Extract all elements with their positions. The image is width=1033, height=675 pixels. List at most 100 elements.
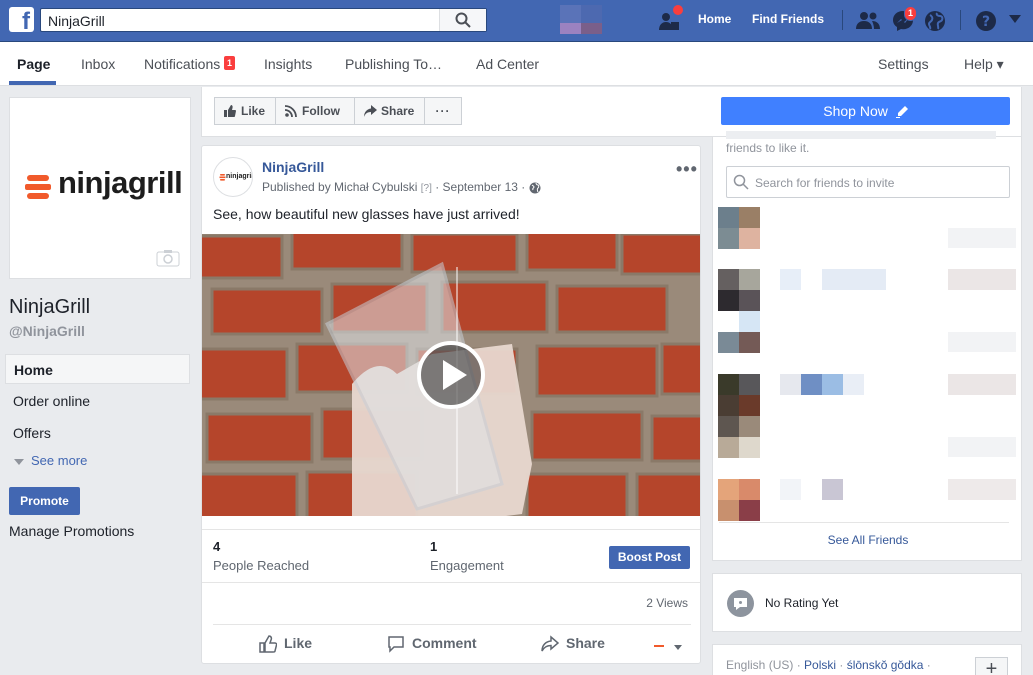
- avatar-wordmark: ninjagrill: [226, 173, 253, 180]
- more-languages-button[interactable]: +: [975, 657, 1008, 675]
- published-by-text[interactable]: Published by Michał Cybulski: [262, 180, 417, 194]
- share-arrow-icon: [541, 635, 559, 652]
- friend-row[interactable]: [718, 207, 1018, 249]
- people-reached-count: 4: [213, 539, 221, 554]
- nav-find-friends-link[interactable]: Find Friends: [752, 12, 824, 26]
- divider: [213, 624, 691, 625]
- tab-settings[interactable]: Settings: [878, 56, 929, 72]
- like-page-button[interactable]: Like: [214, 97, 276, 125]
- notifications-count-badge: 1: [224, 56, 236, 70]
- post-options-menu[interactable]: •••: [676, 159, 698, 180]
- engagement-label[interactable]: Engagement: [430, 558, 504, 573]
- views-count[interactable]: 2 Views: [646, 596, 688, 610]
- profile-picture[interactable]: ninjagrill: [9, 97, 191, 279]
- page-action-bar: Like Follow Share ··· Shop Now: [201, 87, 1022, 137]
- comment-icon: [388, 636, 404, 654]
- share-page-label: Share: [381, 104, 415, 118]
- shop-now-label: Shop Now: [823, 103, 888, 119]
- promote-button[interactable]: Promote: [9, 487, 80, 515]
- help-marker[interactable]: [?]: [421, 183, 432, 194]
- post-share-label: Share: [566, 635, 605, 651]
- nav-home-link[interactable]: Home: [698, 12, 731, 26]
- post-card: ninjagrill NinjaGrill Published by Micha…: [201, 145, 701, 664]
- language-card: English (US) · Polski · ślōnskŏ gŏdka · …: [712, 644, 1022, 675]
- svg-text:?: ?: [982, 14, 990, 30]
- post-share-button[interactable]: Share: [541, 635, 605, 653]
- post-as-selector[interactable]: [654, 642, 684, 654]
- profile-avatar[interactable]: [560, 5, 602, 35]
- sidebar-item-offers[interactable]: Offers: [5, 418, 190, 448]
- boost-post-button[interactable]: Boost Post: [609, 546, 690, 569]
- divider: [202, 529, 700, 530]
- friend-row[interactable]: [718, 374, 1018, 458]
- tab-notifications[interactable]: Notifications: [144, 56, 220, 72]
- search-icon: [455, 12, 471, 28]
- more-options-button[interactable]: ···: [424, 97, 462, 125]
- sidebar-item-order-online[interactable]: Order online: [5, 386, 190, 416]
- play-icon[interactable]: [416, 340, 486, 410]
- account-menu-chevron-icon[interactable]: [1008, 14, 1022, 24]
- more-options-label: ···: [435, 104, 451, 118]
- page-title[interactable]: NinjaGrill: [9, 296, 90, 319]
- top-bar: f NinjaGrill Home Find Friends 1 ?: [0, 0, 1033, 42]
- like-page-label: Like: [241, 104, 266, 118]
- language-link-polski[interactable]: Polski: [804, 658, 836, 672]
- post-date[interactable]: September 13: [443, 180, 518, 194]
- friend-row[interactable]: [718, 269, 1018, 311]
- search-input-value: NinjaGrill: [48, 13, 105, 29]
- see-all-friends-link[interactable]: See All Friends: [713, 533, 1023, 547]
- tab-help[interactable]: Help ▾: [964, 56, 1004, 73]
- shop-now-button[interactable]: Shop Now: [721, 97, 1010, 125]
- invite-prompt-text: friends to like it.: [726, 141, 810, 155]
- sidebar-item-home[interactable]: Home: [5, 354, 190, 384]
- manage-promotions-link[interactable]: Manage Promotions: [9, 523, 134, 539]
- tab-insights[interactable]: Insights: [264, 56, 312, 72]
- tab-publishing-tools[interactable]: Publishing To…: [345, 56, 442, 72]
- topbar-divider: [842, 10, 843, 30]
- facebook-logo-icon[interactable]: f: [9, 7, 34, 32]
- messenger-badge: 1: [904, 6, 918, 21]
- post-comment-label: Comment: [412, 635, 477, 651]
- engagement-count: 1: [430, 539, 438, 554]
- globe-public-icon: [529, 182, 541, 194]
- notifications-globe-icon[interactable]: [923, 9, 947, 33]
- friend-row[interactable]: [718, 311, 1018, 353]
- post-like-label: Like: [284, 635, 313, 651]
- tab-ad-center[interactable]: Ad Center: [476, 56, 539, 72]
- ninjagrill-logo-icon: [25, 175, 51, 199]
- invite-friends-card: friends to like it. Search for friends t…: [712, 131, 1023, 561]
- post-author-name[interactable]: NinjaGrill: [262, 159, 324, 175]
- post-video[interactable]: [202, 234, 700, 516]
- share-arrow-icon: [364, 105, 377, 117]
- thumbs-up-icon: [259, 635, 277, 654]
- share-page-button[interactable]: Share: [354, 97, 425, 125]
- follow-button[interactable]: Follow: [275, 97, 355, 125]
- search-button[interactable]: [439, 9, 486, 31]
- rating-card: No Rating Yet: [712, 573, 1022, 632]
- page-switch-badge: [672, 4, 684, 16]
- language-link-silesian[interactable]: ślōnskŏ gŏdka: [847, 658, 924, 672]
- search-icon: [733, 174, 749, 190]
- camera-icon[interactable]: [156, 249, 180, 267]
- page-username[interactable]: @NinjaGrill: [9, 323, 85, 339]
- follow-label: Follow: [302, 104, 340, 118]
- see-more-link[interactable]: See more: [13, 453, 87, 468]
- friend-requests-icon[interactable]: [855, 9, 880, 33]
- search-input[interactable]: NinjaGrill: [40, 8, 487, 32]
- chevron-down-icon: [654, 645, 682, 650]
- post-like-button[interactable]: Like: [259, 635, 313, 654]
- tab-page[interactable]: Page: [17, 56, 50, 72]
- chevron-down-icon: [14, 458, 24, 465]
- current-language: English (US): [726, 658, 794, 672]
- people-reached-label[interactable]: People Reached: [213, 558, 309, 573]
- post-author-avatar[interactable]: ninjagrill: [213, 157, 253, 197]
- help-icon[interactable]: ?: [974, 9, 998, 33]
- page-nav: Page Inbox Notifications 1 Insights Publ…: [0, 42, 1033, 86]
- friend-row[interactable]: [718, 479, 1018, 521]
- invite-prompt-truncated: [726, 131, 996, 139]
- post-meta: Published by Michał Cybulski [?] · Septe…: [262, 180, 541, 194]
- post-comment-button[interactable]: Comment: [387, 635, 477, 654]
- invite-search-input[interactable]: Search for friends to invite: [726, 166, 1010, 198]
- tab-inbox[interactable]: Inbox: [81, 56, 115, 72]
- divider: [719, 522, 1009, 523]
